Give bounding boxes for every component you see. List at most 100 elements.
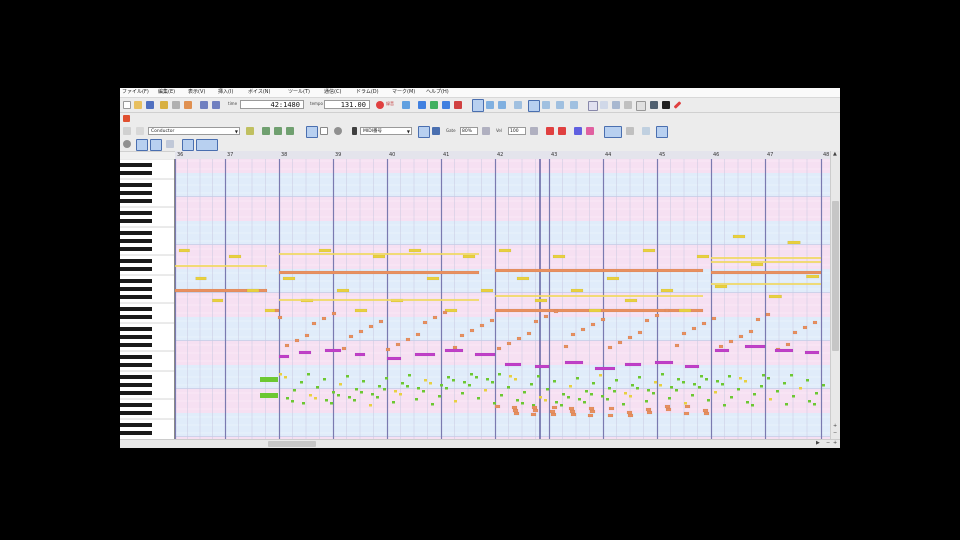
note-chord[interactable]	[534, 298, 548, 303]
note-short[interactable]	[755, 317, 761, 322]
note-bass[interactable]	[348, 396, 351, 399]
black-key[interactable]	[120, 423, 152, 427]
black-key[interactable]	[120, 375, 152, 379]
menu-drum[interactable]: ドラム(D)	[356, 89, 379, 96]
window-icon[interactable]	[588, 101, 598, 111]
note-bass[interactable]	[769, 398, 772, 401]
note-bass[interactable]	[813, 403, 816, 406]
scroll-up-icon[interactable]: ▲	[833, 151, 837, 158]
note-bass[interactable]	[491, 381, 494, 384]
note-chord[interactable]	[516, 276, 530, 281]
note-bass[interactable]	[714, 391, 717, 394]
note-chord[interactable]	[318, 248, 332, 253]
black-key[interactable]	[120, 219, 152, 223]
view-piano-icon[interactable]	[136, 139, 148, 151]
note-short[interactable]	[785, 342, 791, 347]
note-short[interactable]	[543, 314, 549, 319]
link-icon[interactable]	[656, 126, 668, 138]
note-melody[interactable]	[804, 350, 820, 355]
cut-icon[interactable]	[160, 101, 168, 109]
note-bass[interactable]	[330, 402, 333, 405]
note-bass[interactable]	[601, 395, 604, 398]
note-chord[interactable]	[678, 308, 692, 313]
note-bass[interactable]	[737, 388, 740, 391]
note-low[interactable]	[645, 407, 652, 412]
note-bass[interactable]	[484, 389, 487, 392]
note-short[interactable]	[526, 331, 532, 336]
note-chord[interactable]	[426, 276, 440, 281]
note-bass[interactable]	[682, 381, 685, 384]
note-bass[interactable]	[615, 379, 618, 382]
note-bass[interactable]	[424, 379, 427, 382]
note-melody[interactable]	[624, 362, 642, 367]
note-bass[interactable]	[415, 398, 418, 401]
note-short[interactable]	[331, 311, 337, 316]
note-short[interactable]	[469, 328, 475, 333]
note-low[interactable]	[664, 404, 671, 409]
copy-icon[interactable]	[172, 101, 180, 109]
measure-number[interactable]: 46	[713, 151, 719, 159]
note-bass[interactable]	[353, 399, 356, 402]
black-key[interactable]	[120, 307, 152, 311]
note-chord[interactable]	[768, 294, 782, 299]
note-bass[interactable]	[730, 396, 733, 399]
note-short[interactable]	[348, 334, 354, 339]
note-short[interactable]	[617, 340, 623, 345]
note-bass[interactable]	[705, 378, 708, 381]
note-bass[interactable]	[369, 404, 372, 407]
select-rect-icon[interactable]	[320, 127, 328, 135]
note-bass[interactable]	[385, 377, 388, 380]
note-bass[interactable]	[560, 404, 563, 407]
note-short[interactable]	[812, 320, 818, 325]
note-short[interactable]	[415, 332, 421, 337]
note-chord[interactable]	[714, 284, 728, 289]
note-melody[interactable]	[654, 360, 674, 365]
note-short[interactable]	[654, 313, 660, 318]
vertical-scrollbar[interactable]: ▲ + −	[830, 151, 840, 439]
black-key[interactable]	[120, 363, 152, 367]
note-bass[interactable]	[477, 397, 480, 400]
measure-number[interactable]: 41	[443, 151, 449, 159]
piano-keys-graphic[interactable]	[120, 158, 175, 439]
note-sustain[interactable]	[279, 253, 479, 255]
note-chord[interactable]	[660, 288, 674, 293]
note-bass[interactable]	[260, 393, 278, 398]
note-bass[interactable]	[346, 375, 349, 378]
new-file-icon[interactable]	[123, 101, 131, 109]
menu-mark[interactable]: マーク(M)	[392, 89, 415, 96]
note-bass[interactable]	[309, 394, 312, 397]
note-bass[interactable]	[392, 401, 395, 404]
note-short[interactable]	[405, 337, 411, 342]
note-low[interactable]	[684, 404, 691, 409]
note-chord[interactable]	[228, 254, 242, 259]
note-melody[interactable]	[444, 348, 464, 353]
note-bass[interactable]	[452, 379, 455, 382]
note-bass[interactable]	[422, 390, 425, 393]
measure-number[interactable]: 37	[227, 151, 233, 159]
view-event-icon[interactable]	[166, 140, 174, 148]
note-bass[interactable]	[546, 388, 549, 391]
note-bass[interactable]	[739, 377, 742, 380]
settings-icon[interactable]	[650, 101, 658, 109]
note-low[interactable]	[549, 409, 556, 414]
note-melody[interactable]	[414, 352, 436, 357]
scroll-right-icon[interactable]: ▶	[816, 440, 820, 447]
note-sustain[interactable]	[711, 283, 821, 285]
black-key[interactable]	[120, 403, 152, 407]
note-bass[interactable]	[659, 384, 662, 387]
note-low[interactable]	[683, 411, 690, 416]
note-bass[interactable]	[293, 389, 296, 392]
note-bass[interactable]	[815, 392, 818, 395]
quarter-note-icon[interactable]	[418, 126, 430, 138]
track-icon[interactable]	[636, 101, 646, 111]
note-bass[interactable]	[286, 397, 289, 400]
black-key[interactable]	[120, 431, 152, 435]
note-bass[interactable]	[822, 384, 825, 387]
brush-icon[interactable]	[123, 115, 130, 122]
list-icon[interactable]	[600, 101, 608, 109]
note-chord[interactable]	[336, 288, 350, 293]
velocity-spin-icon[interactable]	[530, 127, 538, 135]
note-short[interactable]	[533, 319, 539, 324]
black-key[interactable]	[120, 199, 152, 203]
note-short[interactable]	[385, 347, 391, 352]
